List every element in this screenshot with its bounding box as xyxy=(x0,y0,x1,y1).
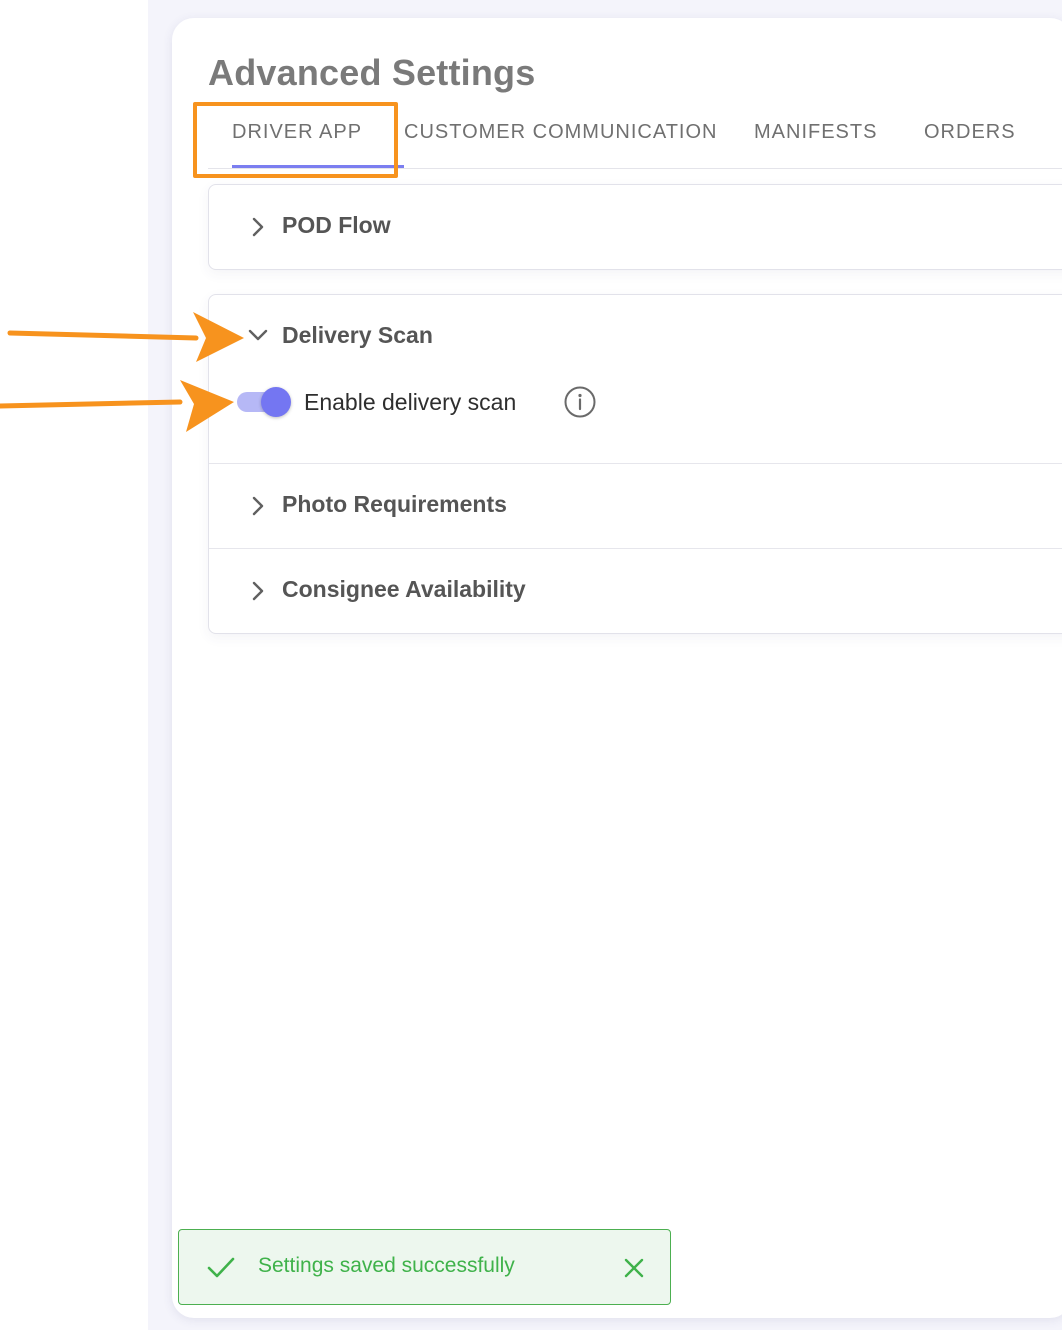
enable-delivery-scan-label: Enable delivery scan xyxy=(304,389,517,415)
chevron-right-icon xyxy=(252,217,264,237)
chevron-down-icon xyxy=(248,329,268,341)
delivery-scan-label: Delivery Scan xyxy=(282,322,433,348)
check-icon xyxy=(207,1257,235,1278)
tab-bar: DRIVER APP CUSTOMER COMMUNICATION MANIFE… xyxy=(208,108,1062,169)
consignee-availability-label: Consignee Availability xyxy=(282,576,526,602)
success-toast: Settings saved successfully xyxy=(178,1229,671,1305)
photo-requirements-header[interactable]: Photo Requirements xyxy=(209,464,1062,548)
enable-delivery-scan-toggle[interactable] xyxy=(235,387,293,417)
pod-flow-label: POD Flow xyxy=(282,212,391,238)
delivery-scan-content: Enable delivery scan xyxy=(209,373,1062,463)
toast-message: Settings saved successfully xyxy=(258,1254,515,1277)
close-icon[interactable] xyxy=(623,1257,645,1279)
left-gutter xyxy=(0,0,148,1330)
tab-customer-communication[interactable]: CUSTOMER COMMUNICATION xyxy=(404,108,717,168)
tab-manifests[interactable]: MANIFESTS xyxy=(754,108,877,168)
pod-flow-header[interactable]: POD Flow xyxy=(209,185,1062,269)
toggle-thumb xyxy=(261,387,291,417)
page-title: Advanced Settings xyxy=(208,52,536,93)
consignee-availability-header[interactable]: Consignee Availability xyxy=(209,549,1062,633)
delivery-scan-header[interactable]: Delivery Scan xyxy=(209,295,1062,373)
settings-accordion: Delivery Scan Enable delivery scan Photo… xyxy=(208,294,1062,634)
chevron-right-icon xyxy=(252,496,264,516)
photo-requirements-label: Photo Requirements xyxy=(282,491,507,517)
pod-flow-section: POD Flow xyxy=(208,184,1062,270)
info-icon[interactable] xyxy=(563,385,597,419)
tab-driver-app[interactable]: DRIVER APP xyxy=(232,108,404,168)
tab-orders[interactable]: ORDERS xyxy=(924,108,1016,168)
chevron-right-icon xyxy=(252,581,264,601)
